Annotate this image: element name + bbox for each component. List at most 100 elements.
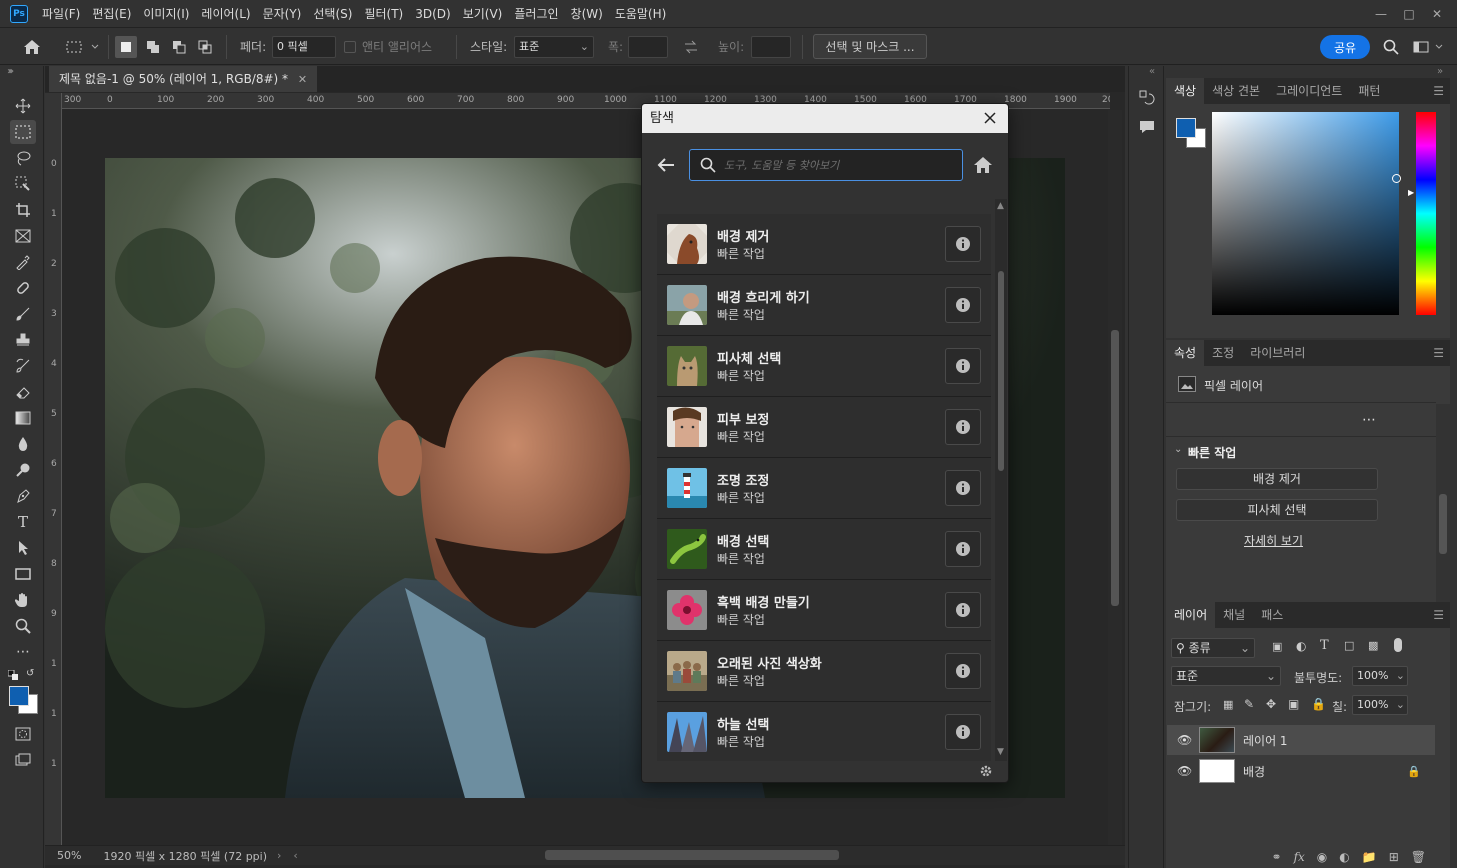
scroll-thumb[interactable]	[1439, 494, 1447, 554]
zoom-tool-icon[interactable]	[10, 614, 36, 638]
path-selection-tool-icon[interactable]	[10, 536, 36, 560]
tab-adjustments[interactable]: 조정	[1204, 340, 1242, 366]
visibility-eye-icon[interactable]: 👁	[1177, 764, 1193, 778]
height-input[interactable]	[751, 36, 791, 58]
chevron-right-icon[interactable]: ›	[277, 849, 281, 862]
scroll-thumb[interactable]	[998, 271, 1004, 471]
marquee-tool-icon[interactable]	[10, 120, 36, 144]
info-icon[interactable]	[945, 226, 981, 262]
menu-type[interactable]: 문자(Y)	[257, 0, 308, 28]
collapse-left-icon[interactable]: »	[7, 66, 13, 77]
subtract-selection-icon[interactable]	[168, 36, 190, 58]
color-picker-cursor[interactable]	[1392, 174, 1401, 183]
chevron-down-icon[interactable]: ⌄	[1174, 444, 1182, 455]
menu-view[interactable]: 보기(V)	[457, 0, 509, 28]
swap-colors-icon[interactable]: ↺	[26, 668, 34, 679]
tab-layers[interactable]: 레이어	[1166, 602, 1216, 628]
lock-all-icon[interactable]: 🔒	[1311, 697, 1326, 711]
opacity-input[interactable]: 100% ⌄	[1352, 666, 1408, 686]
info-icon[interactable]	[945, 409, 981, 445]
collapse-panels-icon[interactable]: »	[1437, 66, 1443, 77]
results-scrollbar[interactable]: ▲ ▼	[995, 199, 1007, 761]
filter-type-icon[interactable]: T	[1320, 638, 1329, 653]
vertical-scrollbar[interactable]	[1108, 110, 1122, 845]
hand-tool-icon[interactable]	[10, 588, 36, 612]
object-selection-tool-icon[interactable]	[10, 172, 36, 196]
list-item[interactable]: 하늘 선택 빠른 작업	[657, 702, 991, 761]
search-input[interactable]	[724, 150, 954, 180]
lock-transparent-icon[interactable]: ▦	[1223, 698, 1233, 711]
style-select[interactable]: 표준 ⌄	[514, 36, 594, 58]
fill-input[interactable]: 100% ⌄	[1352, 695, 1408, 715]
filter-smart-object-icon[interactable]: ▩	[1368, 639, 1378, 652]
move-tool-icon[interactable]	[10, 94, 36, 118]
select-and-mask-button[interactable]: 선택 및 마스크 ...	[813, 34, 927, 59]
history-panel-icon[interactable]	[1139, 90, 1155, 109]
list-item[interactable]: 조명 조정 빠른 작업	[657, 458, 991, 519]
new-layer-icon[interactable]: ⊞	[1389, 850, 1399, 864]
back-arrow-icon[interactable]	[656, 155, 680, 177]
settings-gear-icon[interactable]	[979, 764, 993, 781]
intersect-selection-icon[interactable]	[194, 36, 216, 58]
filter-shape-icon[interactable]: □	[1344, 639, 1354, 652]
home-icon[interactable]	[20, 36, 44, 58]
panel-menu-icon[interactable]: ☰	[1433, 608, 1444, 622]
list-item[interactable]: 흑백 배경 만들기 빠른 작업	[657, 580, 991, 641]
frame-tool-icon[interactable]	[10, 224, 36, 248]
foreground-color-swatch[interactable]	[9, 686, 29, 706]
new-selection-icon[interactable]	[115, 36, 137, 58]
info-icon[interactable]	[945, 714, 981, 750]
default-colors-icon[interactable]	[7, 669, 18, 680]
learn-more-link[interactable]: 자세히 보기	[1244, 532, 1303, 549]
select-subject-button[interactable]: 피사체 선택	[1176, 499, 1378, 521]
layer-filter-select[interactable]: ⚲ 종류 ⌄	[1171, 638, 1255, 658]
layer-name[interactable]: 레이어 1	[1243, 732, 1288, 749]
filter-adjustment-icon[interactable]: ◐	[1296, 639, 1306, 653]
layer-row[interactable]: 👁 레이어 1	[1167, 725, 1435, 755]
delete-layer-icon[interactable]: 🗑	[1411, 850, 1426, 864]
tab-libraries[interactable]: 라이브러리	[1242, 340, 1313, 366]
tab-gradients[interactable]: 그레이디언트	[1268, 78, 1350, 104]
scroll-down-icon[interactable]: ▼	[997, 747, 1004, 757]
search-icon[interactable]	[1380, 36, 1402, 58]
add-mask-icon[interactable]: ◉	[1317, 850, 1327, 864]
menu-help[interactable]: 도움말(H)	[609, 0, 673, 28]
menu-plugins[interactable]: 플러그인	[508, 0, 564, 28]
layer-name[interactable]: 배경	[1243, 763, 1265, 780]
lock-position-icon[interactable]: ✥	[1266, 697, 1276, 711]
menu-image[interactable]: 이미지(I)	[137, 0, 195, 28]
scroll-up-icon[interactable]: ▲	[997, 201, 1004, 211]
minimize-icon[interactable]: —	[1367, 3, 1395, 25]
list-item[interactable]: 배경 흐리게 하기 빠른 작업	[657, 275, 991, 336]
adjustment-layer-icon[interactable]: ◐	[1339, 850, 1349, 864]
gradient-tool-icon[interactable]	[10, 406, 36, 430]
list-item[interactable]: 피사체 선택 빠른 작업	[657, 336, 991, 397]
menu-select[interactable]: 선택(S)	[307, 0, 358, 28]
brush-tool-icon[interactable]	[10, 302, 36, 326]
clone-stamp-tool-icon[interactable]	[10, 328, 36, 352]
eraser-tool-icon[interactable]	[10, 380, 36, 404]
visibility-eye-icon[interactable]: 👁	[1177, 733, 1193, 747]
info-icon[interactable]	[945, 470, 981, 506]
comments-panel-icon[interactable]	[1139, 119, 1155, 138]
list-item[interactable]: 배경 제거 빠른 작업	[657, 214, 991, 275]
hue-slider-handle[interactable]: ▶	[1408, 188, 1414, 197]
link-layers-icon[interactable]: ⚭	[1272, 850, 1282, 864]
home-icon[interactable]	[973, 156, 995, 176]
panel-menu-icon[interactable]: ☰	[1433, 84, 1444, 98]
close-tab-icon[interactable]: ✕	[298, 73, 307, 86]
list-item[interactable]: 오래된 사진 색상화 빠른 작업	[657, 641, 991, 702]
properties-scrollbar[interactable]	[1436, 404, 1450, 602]
healing-brush-tool-icon[interactable]	[10, 276, 36, 300]
eyedropper-tool-icon[interactable]	[10, 250, 36, 274]
document-tab[interactable]: 제목 없음-1 @ 50% (레이어 1, RGB/8#) * ✕	[49, 66, 318, 92]
menu-filter[interactable]: 필터(T)	[358, 0, 409, 28]
color-field[interactable]	[1212, 112, 1399, 315]
crop-tool-icon[interactable]	[10, 198, 36, 222]
foreground-color-swatch[interactable]	[1176, 118, 1196, 138]
menu-file[interactable]: 파일(F)	[36, 0, 86, 28]
marquee-preset-icon[interactable]	[60, 36, 102, 58]
info-icon[interactable]	[945, 592, 981, 628]
collapse-strip-icon[interactable]: «	[1149, 66, 1155, 77]
blur-tool-icon[interactable]	[10, 432, 36, 456]
